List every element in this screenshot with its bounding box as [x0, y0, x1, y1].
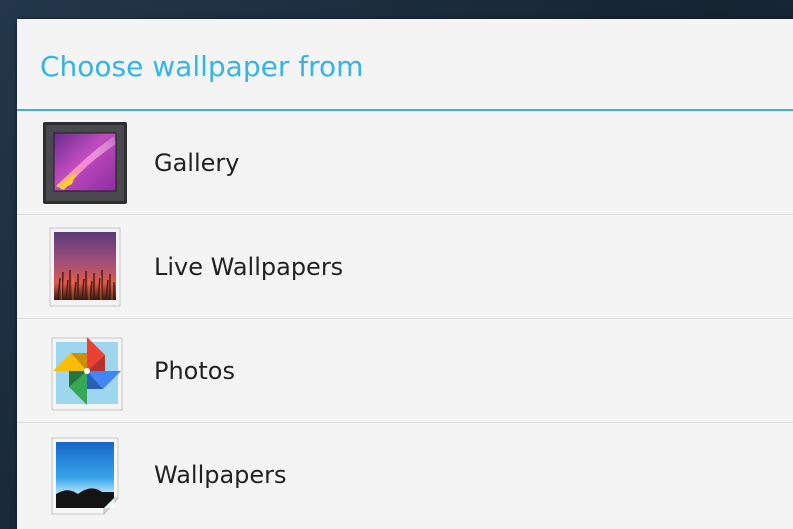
- wallpaper-source-list: Gallery Live Wallpapers Photos Wallpaper…: [17, 111, 793, 527]
- photos-icon: [42, 328, 128, 414]
- wallpaper-chooser-dialog: Choose wallpaper from Gallery Live Wallp…: [17, 19, 793, 529]
- wallpapers-icon: [42, 432, 128, 518]
- option-label: Live Wallpapers: [154, 252, 344, 281]
- option-live-wallpapers[interactable]: Live Wallpapers: [17, 215, 793, 319]
- option-gallery[interactable]: Gallery: [17, 111, 793, 215]
- option-label: Photos: [154, 356, 235, 385]
- option-label: Wallpapers: [154, 461, 287, 489]
- gallery-icon: [42, 120, 128, 206]
- dialog-header: Choose wallpaper from: [17, 19, 793, 111]
- option-label: Gallery: [154, 148, 240, 177]
- live-wallpapers-icon: [42, 224, 128, 310]
- dialog-title: Choose wallpaper from: [40, 49, 364, 83]
- option-photos[interactable]: Photos: [17, 319, 793, 423]
- option-wallpapers[interactable]: Wallpapers: [17, 423, 793, 527]
